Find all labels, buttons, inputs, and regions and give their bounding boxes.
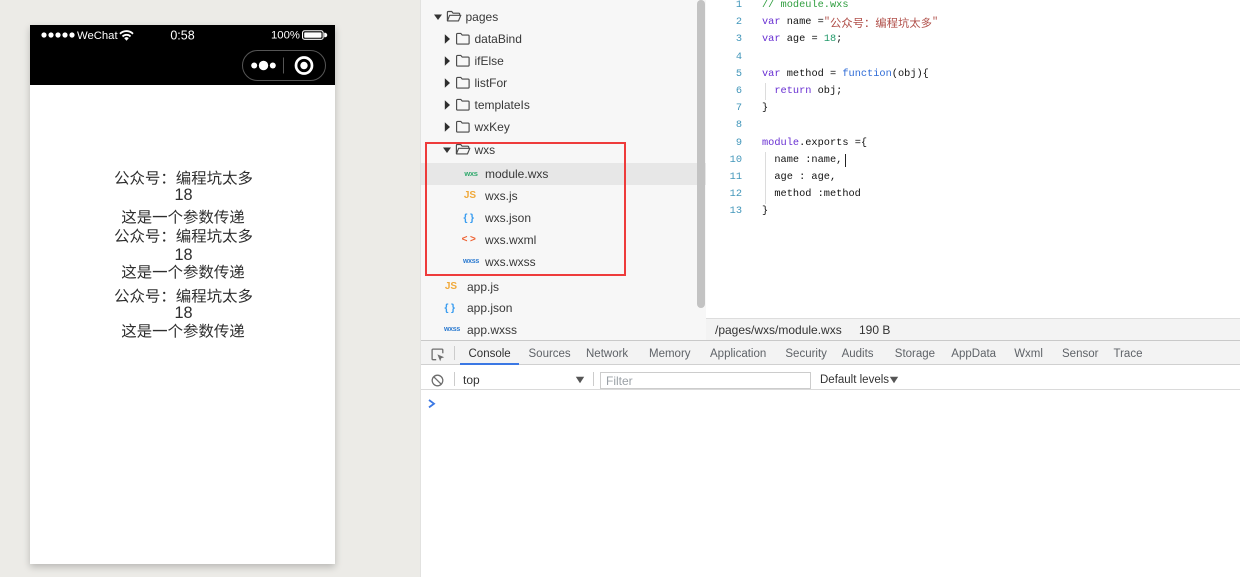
svg-text:0:58: 0:58 bbox=[170, 29, 194, 43]
svg-text:100%: 100% bbox=[271, 30, 300, 42]
svg-text:WeChat: WeChat bbox=[77, 30, 118, 42]
